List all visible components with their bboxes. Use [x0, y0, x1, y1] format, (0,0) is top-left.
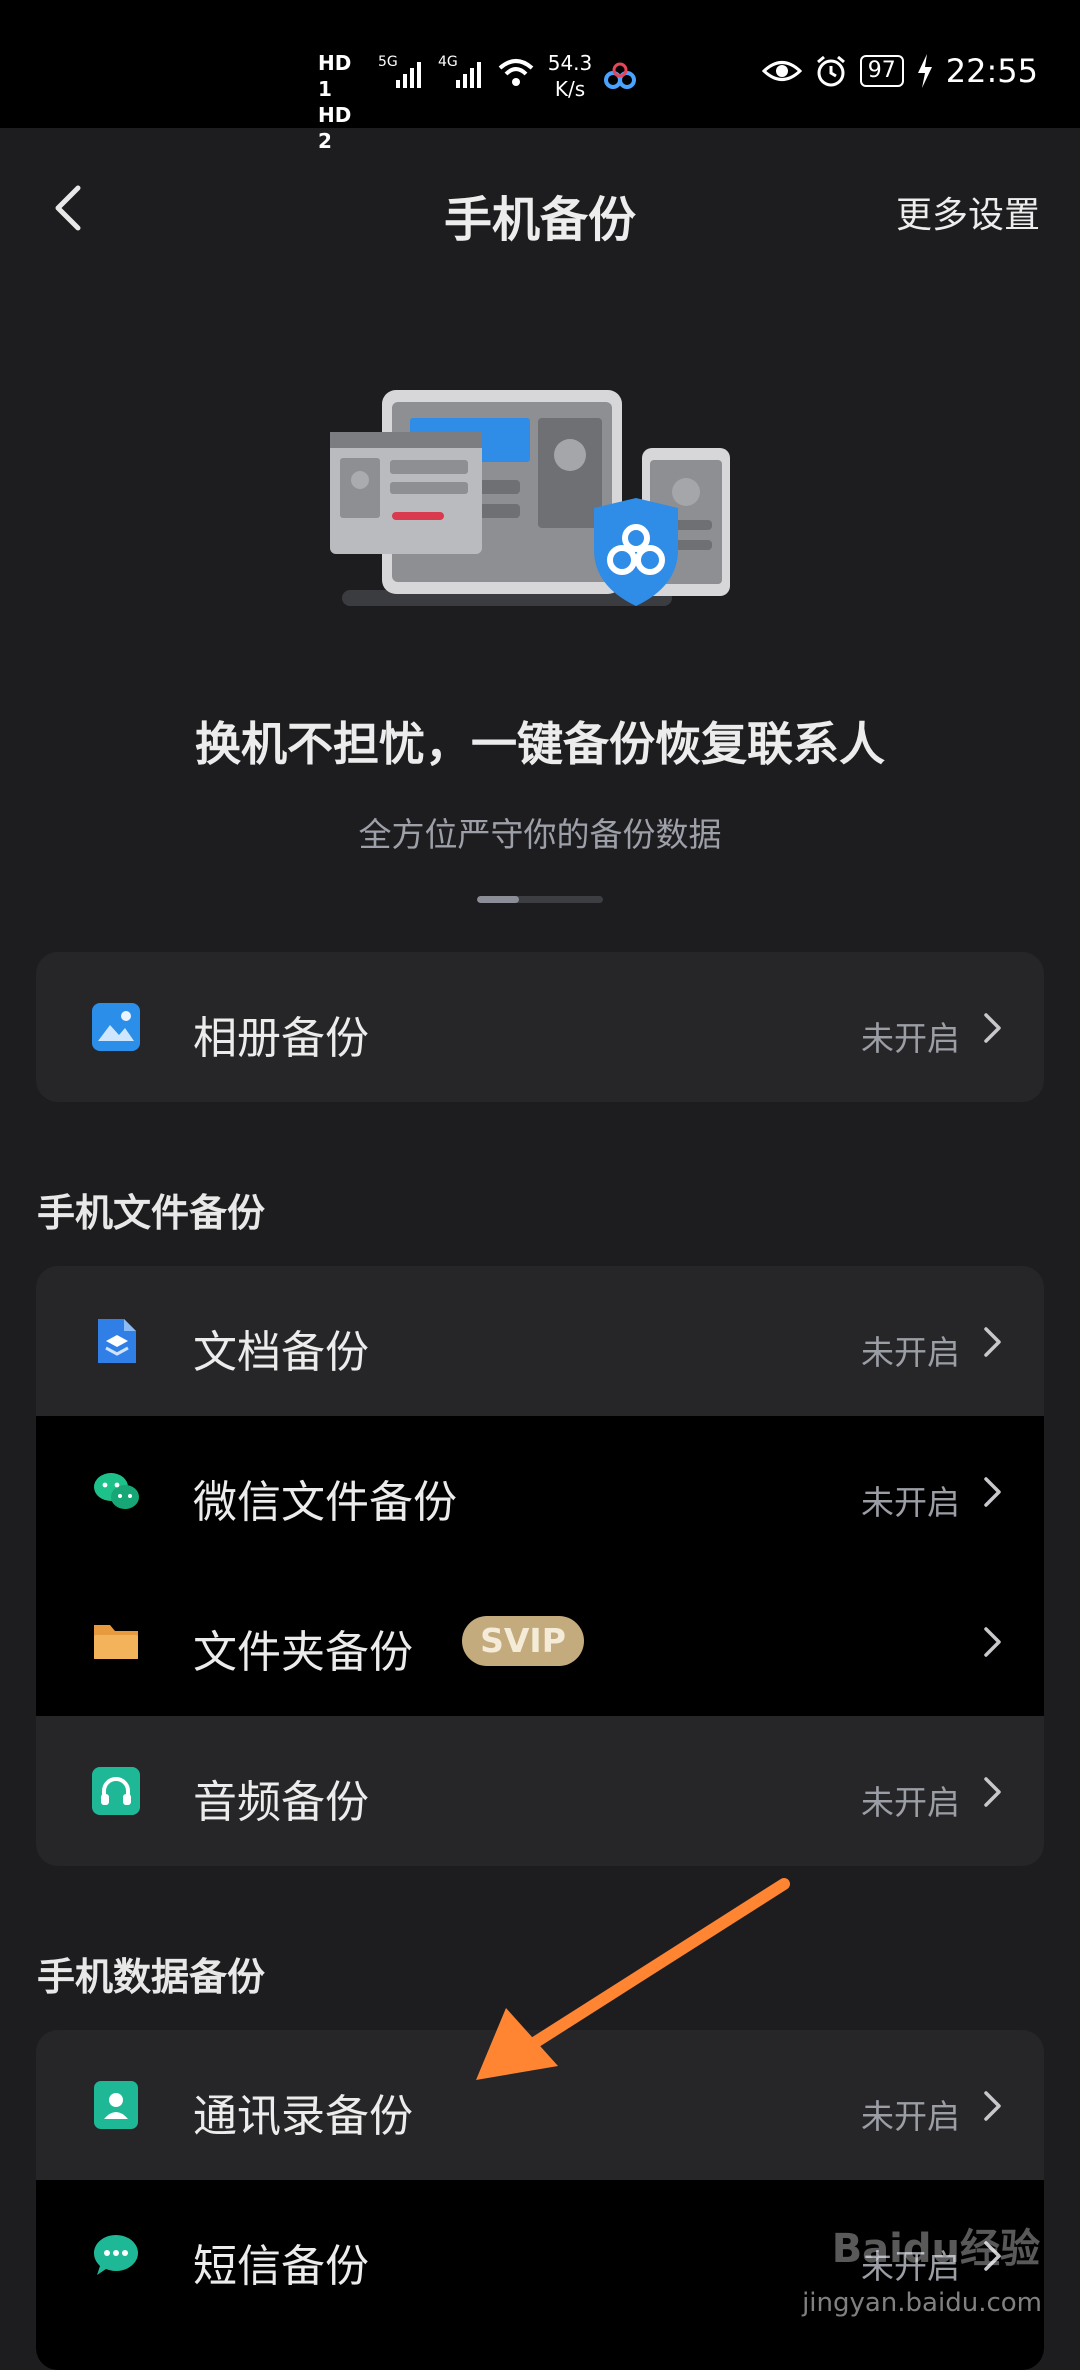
alarm-icon — [816, 55, 845, 87]
network-speed-value: 54.3 — [547, 51, 593, 75]
hero-title: 换机不担忧，一键备份恢复联系人 — [195, 717, 885, 771]
document-backup-status: 未开启 — [861, 1333, 960, 1372]
contacts-icon — [94, 2081, 138, 2129]
wechat-icon — [94, 1473, 139, 1509]
chevron-right-icon — [984, 1327, 1001, 1357]
carousel-indicator-active — [477, 896, 519, 903]
photo-backup-row[interactable]: 相册备份 未开启 — [36, 952, 1044, 1102]
baidu-watermark: Baidu经验 — [831, 2226, 1040, 2272]
signal-4g-icon: 4G — [438, 54, 481, 88]
charging-bolt-icon — [917, 54, 932, 88]
chevron-right-icon — [984, 1777, 1001, 1807]
status-right: 97 22:55 — [761, 52, 1038, 90]
net-4g-label: 4G — [438, 54, 458, 70]
page-header: 手机备份 更多设置 — [0, 128, 1080, 296]
contacts-backup-status: 未开启 — [861, 2097, 960, 2136]
sms-icon — [94, 2235, 138, 2275]
clock: 22:55 — [945, 52, 1038, 90]
folder-icon — [94, 1625, 138, 1659]
baidu-watermark-url: jingyan.baidu.com — [802, 2288, 1042, 2318]
contacts-backup-label: 通讯录备份 — [193, 2091, 413, 2142]
network-speed: 54.3 K/s — [540, 50, 600, 102]
document-icon — [98, 1319, 136, 1363]
carousel-indicator — [477, 896, 603, 903]
document-backup-row[interactable]: 文档备份 未开启 — [36, 1266, 1044, 1416]
wechat-file-backup-row[interactable]: 微信文件备份 未开启 — [36, 1416, 1044, 1566]
wechat-file-backup-label: 微信文件备份 — [193, 1477, 457, 1528]
signal-5g-icon: 5G — [378, 54, 421, 88]
photo-backup-status: 未开启 — [861, 1019, 960, 1058]
battery-level: 97 — [859, 55, 904, 87]
sms-backup-label: 短信备份 — [193, 2241, 369, 2292]
chevron-right-icon — [984, 1627, 1001, 1657]
annotation-arrow-icon — [476, 1878, 790, 2080]
sms-backup-row[interactable]: 短信备份 未开启 — [36, 2180, 1044, 2370]
document-backup-label: 文档备份 — [193, 1327, 369, 1378]
audio-backup-row[interactable]: 音频备份 未开启 — [36, 1716, 1044, 1866]
folder-backup-row[interactable]: 文件夹备份 SVIP — [36, 1566, 1044, 1716]
chevron-right-icon — [984, 1013, 1001, 1043]
folder-backup-label: 文件夹备份 — [193, 1627, 413, 1678]
backup-illustration — [330, 390, 730, 606]
audio-backup-status: 未开启 — [861, 1783, 960, 1822]
photo-backup-label: 相册备份 — [193, 1013, 369, 1064]
file-backup-card: 文档备份 未开启 微信文件备份 未开启 文件夹备份 SVIP 音频备份 未开启 — [36, 1266, 1044, 1866]
wifi-icon — [498, 59, 534, 86]
sim1-label: HD 1 — [318, 51, 352, 101]
eye-comfort-icon — [761, 61, 802, 81]
headphones-icon — [92, 1767, 140, 1815]
baidu-netdisk-icon — [604, 62, 636, 89]
network-speed-unit: K/s — [554, 77, 586, 101]
chevron-right-icon — [984, 1477, 1001, 1507]
photo-backup-card: 相册备份 未开启 — [36, 952, 1044, 1102]
file-backup-section-title: 手机文件备份 — [37, 1191, 266, 1235]
net-5g-label: 5G — [378, 54, 398, 70]
more-settings-button[interactable]: 更多设置 — [896, 186, 1040, 238]
svip-badge: SVIP — [462, 1616, 584, 1666]
photo-icon — [92, 1003, 140, 1051]
chevron-right-icon — [984, 2091, 1001, 2121]
wechat-file-backup-status: 未开启 — [861, 1483, 960, 1522]
status-bar: HD 1 HD 2 5G 4G 54.3 K/s 97 22:55 — [0, 0, 1080, 153]
audio-backup-label: 音频备份 — [193, 1777, 369, 1828]
hero-subtitle: 全方位严守你的备份数据 — [358, 815, 722, 854]
data-backup-section-title: 手机数据备份 — [37, 1955, 266, 1999]
